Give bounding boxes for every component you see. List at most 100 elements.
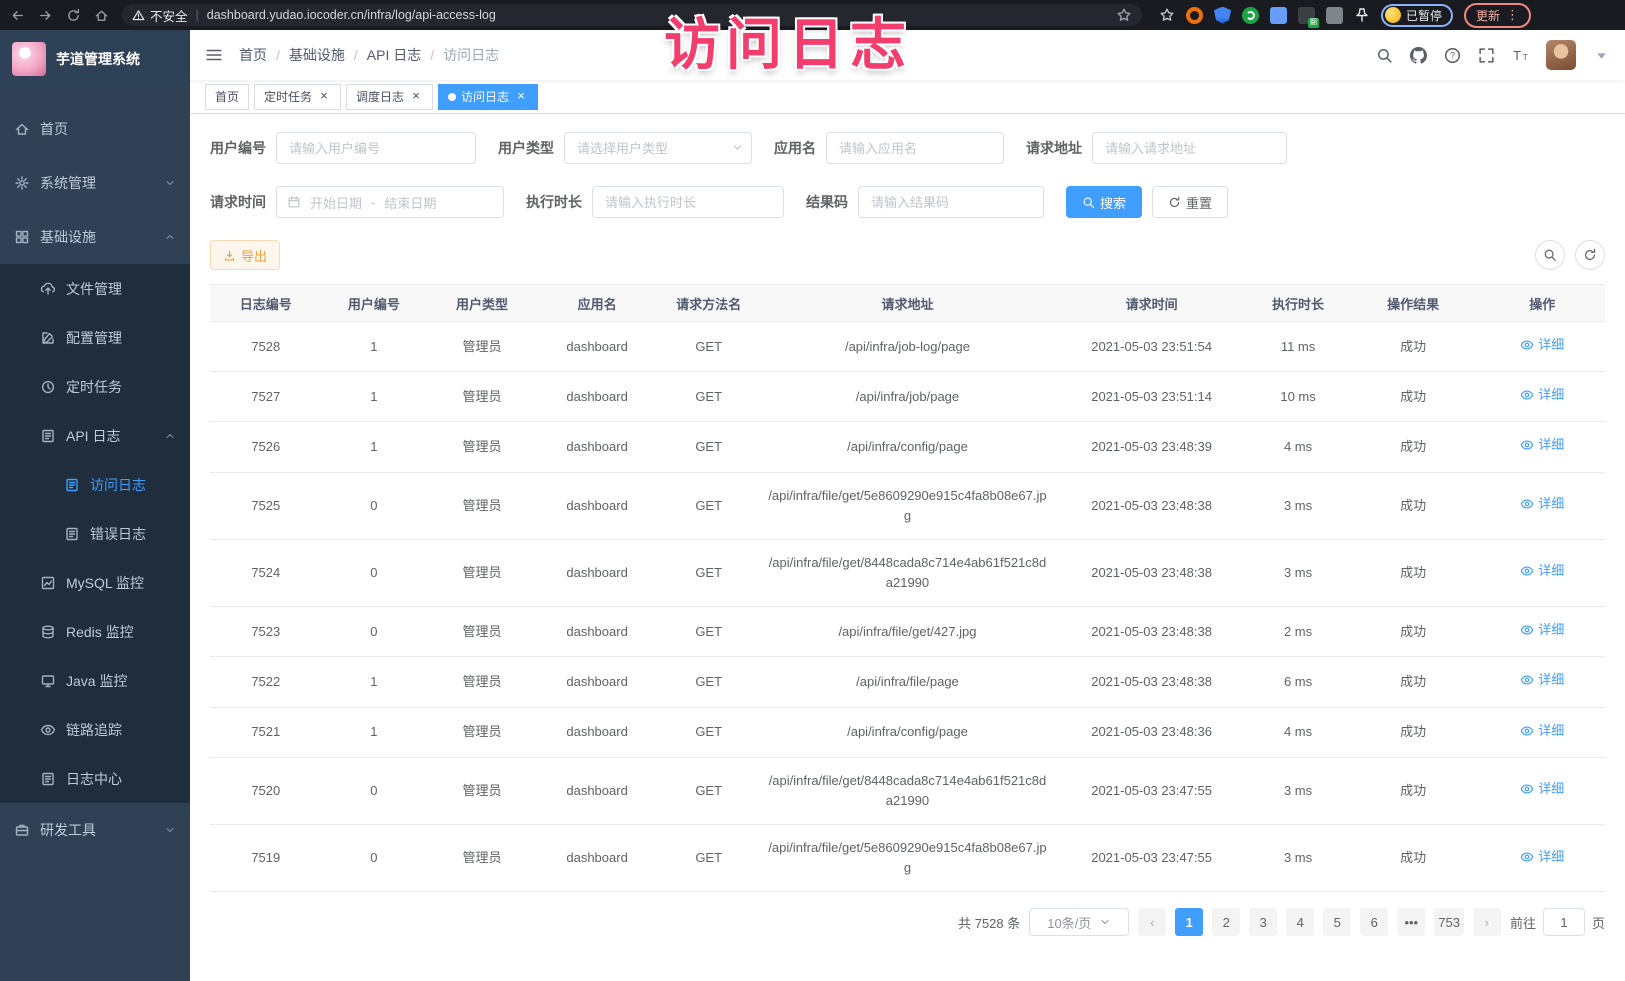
结果码-input[interactable] — [858, 186, 1044, 218]
tab-访问日志[interactable]: 访问日志 × — [438, 84, 538, 110]
用户类型-select[interactable] — [564, 132, 752, 164]
detail-link[interactable]: 详细 — [1520, 335, 1564, 355]
执行时长-input[interactable] — [592, 186, 784, 218]
detail-link[interactable]: 详细 — [1520, 779, 1564, 799]
font-size-icon[interactable]: TT — [1512, 47, 1529, 64]
breadcrumb-item: 访问日志 — [443, 45, 499, 65]
task-icon — [40, 379, 56, 395]
close-icon[interactable]: × — [409, 90, 423, 104]
reset-button[interactable]: 重置 — [1152, 186, 1228, 218]
bookmark-star-icon[interactable] — [1116, 7, 1132, 23]
extension-shield-icon[interactable] — [1214, 7, 1231, 24]
page-button-753[interactable]: 753 — [1434, 908, 1464, 936]
tab-首页[interactable]: 首页 — [205, 84, 249, 110]
filter-用户编号: 用户编号 — [210, 132, 476, 164]
browser-update-button[interactable]: 更新 ⋮ — [1464, 3, 1531, 28]
sidebar-item-链路追踪[interactable]: 链路追踪 — [0, 705, 190, 754]
search-button[interactable]: 搜索 — [1066, 186, 1142, 218]
address-bar[interactable]: 不安全 | dashboard.yudao.iocoder.cn/infra/l… — [122, 4, 1142, 26]
page-button-5[interactable]: 5 — [1323, 908, 1351, 936]
eye-icon — [1520, 388, 1534, 402]
sidebar-item-MySQL 监控[interactable]: MySQL 监控 — [0, 558, 190, 607]
sidebar-item-研发工具[interactable]: 研发工具 — [0, 803, 190, 857]
date-separator: - — [371, 195, 375, 210]
page-button-3[interactable]: 3 — [1249, 908, 1277, 936]
breadcrumb-item[interactable]: API 日志 — [367, 45, 421, 65]
sidebar-item-定时任务[interactable]: 定时任务 — [0, 362, 190, 411]
tab-定时任务[interactable]: 定时任务 × — [254, 84, 341, 110]
sidebar-item-Redis 监控[interactable]: Redis 监控 — [0, 607, 190, 656]
sidebar-item-配置管理[interactable]: 配置管理 — [0, 313, 190, 362]
close-icon[interactable]: × — [317, 90, 331, 104]
refresh-table-button[interactable] — [1575, 240, 1605, 270]
extension-star-icon[interactable] — [1159, 7, 1175, 23]
security-warning[interactable]: 不安全 — [132, 6, 188, 25]
应用名-input[interactable] — [826, 132, 1004, 164]
detail-link[interactable]: 详细 — [1520, 721, 1564, 741]
用户编号-input[interactable] — [276, 132, 476, 164]
extension-gray-icon[interactable] — [1326, 7, 1343, 24]
filter-row-1: 用户编号 用户类型 应用名 请求地址 — [210, 132, 1605, 164]
search-icon[interactable] — [1376, 47, 1393, 64]
detail-link[interactable]: 详细 — [1520, 435, 1564, 455]
extension-puzzle-icon[interactable] — [1270, 7, 1287, 24]
filter-应用名: 应用名 — [774, 132, 1004, 164]
page-button-2[interactable]: 2 — [1212, 908, 1240, 936]
breadcrumb-item[interactable]: 基础设施 — [289, 45, 345, 65]
extension-orange-icon[interactable] — [1186, 7, 1203, 24]
sidebar-item-首页[interactable]: 首页 — [0, 102, 190, 156]
tab-调度日志[interactable]: 调度日志 × — [346, 84, 433, 110]
detail-link[interactable]: 详细 — [1520, 494, 1564, 514]
sidebar-item-日志中心[interactable]: 日志中心 — [0, 754, 190, 803]
sidebar-item-访问日志[interactable]: 访问日志 — [0, 460, 190, 509]
goto-page-input[interactable] — [1543, 908, 1585, 936]
detail-link[interactable]: 详细 — [1520, 385, 1564, 405]
detail-link[interactable]: 详细 — [1520, 561, 1564, 581]
detail-link[interactable]: 详细 — [1520, 847, 1564, 867]
detail-link[interactable]: 详细 — [1520, 620, 1564, 640]
close-icon[interactable]: × — [514, 90, 528, 104]
sidebar-item-API 日志[interactable]: API 日志 — [0, 411, 190, 460]
browser-menu-icon[interactable]: ⋮ — [1506, 7, 1519, 23]
eye-icon — [1520, 438, 1534, 452]
logo[interactable]: 芋道管理系统 — [0, 30, 190, 88]
browser-profile-badge[interactable]: 已暂停 — [1381, 4, 1453, 27]
table-row: 75200管理员dashboardGET/api/infra/file/get/… — [210, 757, 1605, 824]
browser-reload-icon[interactable] — [66, 8, 81, 23]
date-range-picker[interactable]: 开始日期 - 结束日期 — [276, 186, 504, 218]
prev-page-button[interactable]: ‹ — [1138, 908, 1166, 936]
page-button-1[interactable]: 1 — [1175, 908, 1203, 936]
sidebar-item-错误日志[interactable]: 错误日志 — [0, 509, 190, 558]
github-icon[interactable] — [1410, 47, 1427, 64]
browser-home-icon[interactable] — [94, 8, 109, 23]
detail-link[interactable]: 详细 — [1520, 670, 1564, 690]
sidebar-item-系统管理[interactable]: 系统管理 — [0, 156, 190, 210]
caret-down-icon[interactable] — [1593, 47, 1610, 64]
browser-forward-icon[interactable] — [38, 8, 53, 23]
page-button-•••[interactable]: ••• — [1397, 908, 1425, 936]
sidebar-item-Java 监控[interactable]: Java 监控 — [0, 656, 190, 705]
extensions-bar: 翻 已暂停 更新 ⋮ — [1159, 3, 1531, 28]
next-page-button[interactable]: › — [1473, 908, 1501, 936]
extension-translate-icon[interactable]: 翻 — [1298, 7, 1315, 24]
extension-pin-icon[interactable] — [1354, 7, 1370, 23]
sidebar-item-文件管理[interactable]: 文件管理 — [0, 264, 190, 313]
breadcrumb-item[interactable]: 首页 — [239, 45, 267, 65]
sidebar-item-基础设施[interactable]: 基础设施 — [0, 210, 190, 264]
upload-icon — [40, 281, 56, 297]
show-search-button[interactable] — [1535, 240, 1565, 270]
sidebar: 芋道管理系统 首页 系统管理 基础设施 文件管理 配置管理 定时任务 API 日… — [0, 30, 190, 981]
help-icon[interactable]: ? — [1444, 47, 1461, 64]
page-button-6[interactable]: 6 — [1360, 908, 1388, 936]
extension-green-icon[interactable] — [1242, 7, 1259, 24]
redis-icon — [40, 624, 56, 640]
export-button[interactable]: 导出 — [210, 240, 280, 270]
table-row: 75190管理员dashboardGET/api/infra/file/get/… — [210, 825, 1605, 892]
hamburger-icon[interactable] — [205, 46, 223, 64]
browser-back-icon[interactable] — [10, 8, 25, 23]
user-avatar[interactable] — [1546, 40, 1576, 70]
page-size-select[interactable]: 10条/页 — [1029, 908, 1129, 936]
请求地址-input[interactable] — [1092, 132, 1287, 164]
page-button-4[interactable]: 4 — [1286, 908, 1314, 936]
fullscreen-icon[interactable] — [1478, 47, 1495, 64]
